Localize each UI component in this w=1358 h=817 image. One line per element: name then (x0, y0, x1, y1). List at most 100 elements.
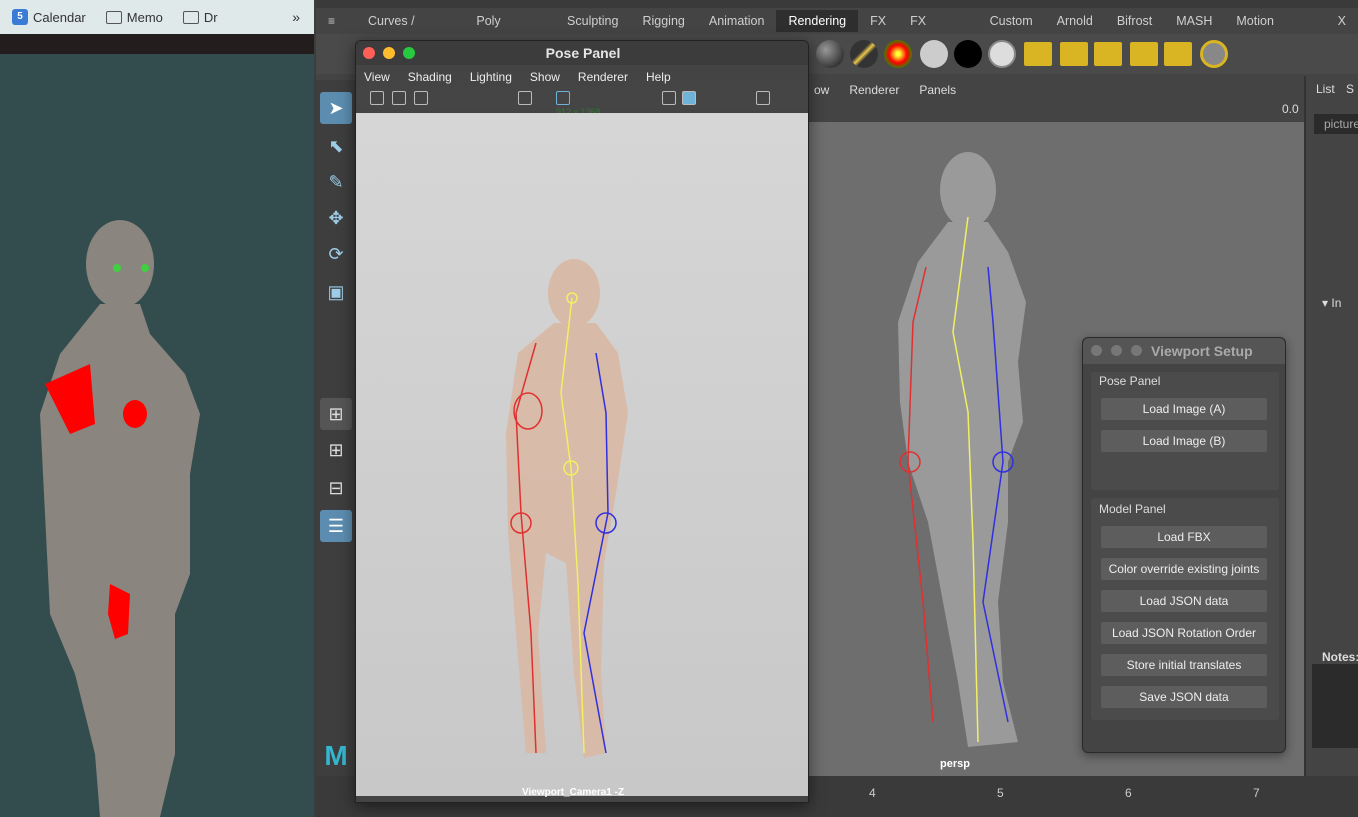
save-json-data-button[interactable]: Save JSON data (1101, 686, 1267, 708)
minimize-button[interactable] (1111, 345, 1122, 356)
persp-menu-panels[interactable]: Panels (919, 83, 956, 97)
layout-four-icon[interactable]: ⊞ (320, 434, 352, 466)
maya-logo-icon: M (324, 740, 348, 771)
close-button[interactable] (1091, 345, 1102, 356)
viewport-setup-title: Viewport Setup (1151, 343, 1253, 359)
lights-icon[interactable] (756, 91, 770, 105)
channel-box-section-label: In (1331, 296, 1342, 310)
grid-icon[interactable] (518, 91, 532, 105)
tab-rendering[interactable]: Rendering (776, 10, 859, 32)
bookmarks-bar: 5 Calendar Memo Dr » (0, 0, 314, 34)
tab-fx-caching[interactable]: FX Caching (898, 10, 977, 50)
select-tool-icon[interactable]: ➤ (320, 92, 352, 124)
smooth-shade-icon[interactable] (682, 91, 696, 105)
color-ball-icon[interactable] (884, 40, 912, 68)
left-3d-canvas[interactable] (0, 54, 314, 817)
bookmark-label: Memo (126, 9, 163, 25)
render-sequence-icon[interactable] (1060, 42, 1088, 66)
tab-fx[interactable]: FX (858, 10, 898, 32)
tab-bifrost[interactable]: Bifrost (1105, 10, 1164, 32)
channel-box-section[interactable]: ▾ In (1322, 296, 1341, 310)
shader-ball-icon[interactable] (816, 40, 844, 68)
shelf-menu-icon[interactable]: ≡ (328, 14, 346, 32)
tab-motion-graphics[interactable]: Motion Graphics (1224, 10, 1325, 50)
pose-panel-titlebar: Pose Panel (356, 41, 808, 65)
bookmark-icon[interactable] (414, 91, 428, 105)
minimize-button[interactable] (383, 47, 395, 59)
tab-mash[interactable]: MASH (1164, 10, 1224, 32)
tab-rigging[interactable]: Rigging (630, 10, 696, 32)
layout-single-icon[interactable]: ⊞ (320, 398, 352, 430)
pose-panel-toolbar (356, 87, 808, 109)
chevron-down-icon: ▾ (1322, 296, 1329, 310)
render-wave-icon[interactable] (1024, 42, 1052, 66)
batch-render-icon[interactable] (1164, 42, 1192, 66)
pose-reference-figure (506, 259, 628, 758)
menu-show[interactable]: Show (530, 70, 560, 84)
menu-help[interactable]: Help (646, 70, 671, 84)
channel-box-field[interactable]: picture (1314, 114, 1358, 134)
rotate-tool-icon[interactable]: ⟳ (320, 238, 352, 270)
persp-menu-renderer[interactable]: Renderer (849, 83, 899, 97)
layout-two-icon[interactable]: ⊟ (320, 472, 352, 504)
move-tool-icon[interactable]: ✥ (320, 202, 352, 234)
pose-panel-menu: View Shading Lighting Show Renderer Help (356, 67, 808, 87)
store-translates-button[interactable]: Store initial translates (1101, 654, 1267, 676)
scale-tool-icon[interactable]: ▣ (320, 276, 352, 308)
wireframe-icon[interactable] (662, 91, 676, 105)
bookmarks-overflow-button[interactable]: » (292, 9, 300, 25)
tab-x[interactable]: X (1326, 10, 1358, 32)
notes-field[interactable] (1312, 664, 1358, 748)
camera-icon[interactable] (370, 91, 384, 105)
camera-attr-icon[interactable] (392, 91, 406, 105)
black-ball-icon[interactable] (954, 40, 982, 68)
maximize-button[interactable] (1131, 345, 1142, 356)
menu-lighting[interactable]: Lighting (470, 70, 512, 84)
bookmark-calendar[interactable]: 5 Calendar (4, 4, 94, 30)
paint-select-icon[interactable]: ✎ (320, 166, 352, 198)
viewport-setup-window: Viewport Setup Pose Panel Load Image (A)… (1082, 337, 1286, 753)
tab-sculpting[interactable]: Sculpting (555, 10, 630, 32)
resolution-gate-icon[interactable] (556, 91, 570, 105)
white-ball-icon[interactable] (920, 40, 948, 68)
left-app-strip (0, 34, 314, 54)
persp-toolbar-value[interactable]: 0.0 (1282, 102, 1299, 116)
calendar-icon: 5 (12, 9, 28, 25)
tab-arnold[interactable]: Arnold (1045, 10, 1105, 32)
load-image-a-button[interactable]: Load Image (A) (1101, 398, 1267, 420)
outliner-layout-icon[interactable]: ☰ (320, 510, 352, 542)
pose-panel-title: Pose Panel (545, 45, 621, 61)
menu-renderer[interactable]: Renderer (578, 70, 628, 84)
menu-shading[interactable]: Shading (408, 70, 452, 84)
left-model-figure (40, 220, 200, 817)
lasso-tool-icon[interactable]: ⬉ (320, 130, 352, 162)
ipr-target-icon[interactable] (1200, 40, 1228, 68)
persp-toolbar: 0.0 (808, 100, 1304, 120)
close-button[interactable] (363, 47, 375, 59)
tab-animation[interactable]: Animation (697, 10, 777, 32)
channel-box-list-tab[interactable]: List (1316, 82, 1335, 96)
bookmark-dr[interactable]: Dr (175, 4, 226, 30)
maximize-button[interactable] (403, 47, 415, 59)
load-json-data-button[interactable]: Load JSON data (1101, 590, 1267, 612)
shader-stripe-icon[interactable] (850, 40, 878, 68)
color-override-button[interactable]: Color override existing joints (1101, 558, 1267, 580)
persp-menu-show[interactable]: ow (814, 83, 829, 97)
folder-icon (182, 10, 199, 24)
menu-view[interactable]: View (364, 70, 390, 84)
channel-box-second-tab[interactable]: S (1346, 82, 1354, 96)
shelf-tabs: Curves / Surfaces Poly Modeling Sculptin… (316, 10, 1358, 50)
render-settings-icon[interactable] (1094, 42, 1122, 66)
persp-panel-menu: ow Renderer Panels (808, 80, 1304, 100)
tab-poly-modeling[interactable]: Poly Modeling (464, 10, 555, 50)
render-view-icon[interactable] (1130, 42, 1158, 66)
bookmark-memo[interactable]: Memo (98, 4, 171, 30)
tab-curves-surfaces[interactable]: Curves / Surfaces (356, 10, 464, 50)
light-ball-icon[interactable] (988, 40, 1016, 68)
pose-viewport[interactable] (356, 113, 808, 796)
load-json-rotation-button[interactable]: Load JSON Rotation Order (1101, 622, 1267, 644)
tab-custom[interactable]: Custom (978, 10, 1045, 32)
timeline-tick: 7 (1253, 786, 1260, 800)
load-fbx-button[interactable]: Load FBX (1101, 526, 1267, 548)
load-image-b-button[interactable]: Load Image (B) (1101, 430, 1267, 452)
